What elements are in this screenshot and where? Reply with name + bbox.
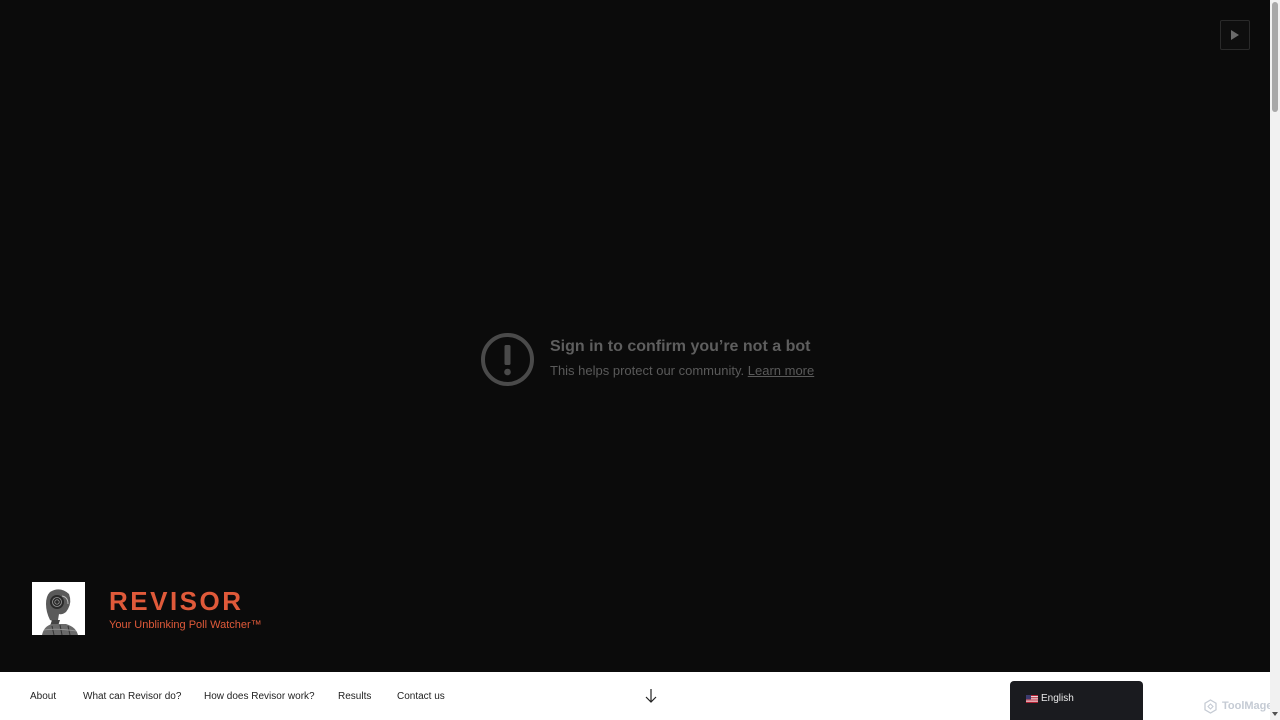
arrow-down-icon[interactable] [644,688,658,704]
site-title[interactable]: REVISOR [109,586,244,617]
site-tagline: Your Unblinking Poll Watcher™ [109,619,262,631]
nav-item-about[interactable]: About [30,691,56,702]
scroll-down-arrow-icon[interactable] [1271,710,1279,718]
nav-item-contact-us[interactable]: Contact us [397,691,445,702]
play-button[interactable] [1220,20,1250,50]
site-logo[interactable] [32,582,85,635]
video-embed: Sign in to confirm you’re not a bot This… [0,0,1270,672]
robot-profile-logo [32,582,85,635]
scrollbar-thumb[interactable] [1272,2,1278,112]
nav-item-how-does-revisor-work[interactable]: How does Revisor work? [204,691,315,702]
bot-check-notice: Sign in to confirm you’re not a bot This… [480,332,820,392]
watermark-text: ToolMage [1222,700,1273,712]
notice-message: This helps protect our community. [550,363,745,378]
page-scrollbar[interactable] [1270,0,1280,720]
notice-text: This helps protect our community. Learn … [550,363,814,378]
nav-item-what-can-revisor-do[interactable]: What can Revisor do? [83,691,181,702]
notice-title: Sign in to confirm you’re not a bot [550,338,811,355]
toolmage-logo-icon [1204,699,1217,714]
language-switcher[interactable]: English [1010,681,1143,720]
learn-more-link[interactable]: Learn more [748,363,814,378]
us-flag-icon [1026,695,1038,703]
language-label: English [1041,693,1074,704]
exclamation-circle-icon [481,333,534,386]
play-icon [1231,30,1239,40]
nav-item-results[interactable]: Results [338,691,371,702]
page: Sign in to confirm you’re not a bot This… [0,0,1280,720]
